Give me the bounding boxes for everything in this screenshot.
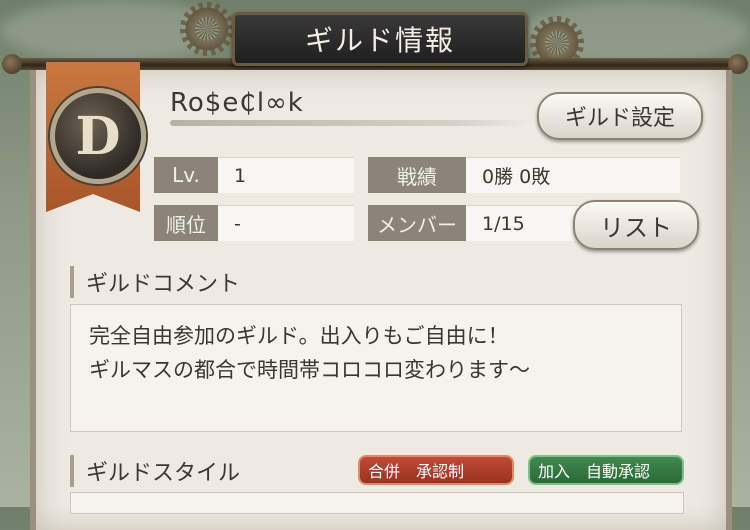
merge-policy-badge: 合併 承認制 (358, 455, 514, 485)
style-box (70, 492, 684, 514)
rod-end-left (2, 54, 22, 74)
guild-comment: 完全自由参加のギルド。出入りもご自由に！ ギルマスの都合で時間帯コロコロ変わりま… (70, 304, 682, 432)
merge-value: 承認制 (416, 462, 465, 481)
page-title: ギルド情報 (232, 12, 528, 66)
join-value: 自動承認 (586, 462, 651, 481)
join-label: 加入 (538, 462, 571, 481)
guild-name: Ro$e₵l∞k (170, 88, 304, 118)
rank-value: - (218, 205, 354, 241)
level-value: 1 (218, 157, 354, 193)
level-label: Lv. (154, 157, 218, 193)
gear-icon (180, 2, 234, 56)
rank-label: 順位 (154, 205, 218, 241)
comment-line: ギルマスの都合で時間帯コロコロ変わります～ (89, 358, 530, 382)
comment-heading: ギルドコメント (70, 266, 240, 298)
rank-emblem-icon: D (50, 88, 146, 184)
join-policy-badge: 加入 自動承認 (528, 455, 684, 485)
name-underline (170, 120, 530, 126)
style-heading: ギルドスタイル (70, 455, 240, 487)
members-label: メンバー (368, 205, 466, 241)
record-label: 戦績 (368, 157, 466, 193)
record-value: 0勝 0敗 (466, 157, 680, 193)
comment-line: 完全自由参加のギルド。出入りもご自由に！ (89, 324, 509, 348)
merge-label: 合併 (368, 462, 401, 481)
member-list-button[interactable]: リスト (573, 200, 699, 250)
guild-settings-button[interactable]: ギルド設定 (537, 92, 703, 140)
